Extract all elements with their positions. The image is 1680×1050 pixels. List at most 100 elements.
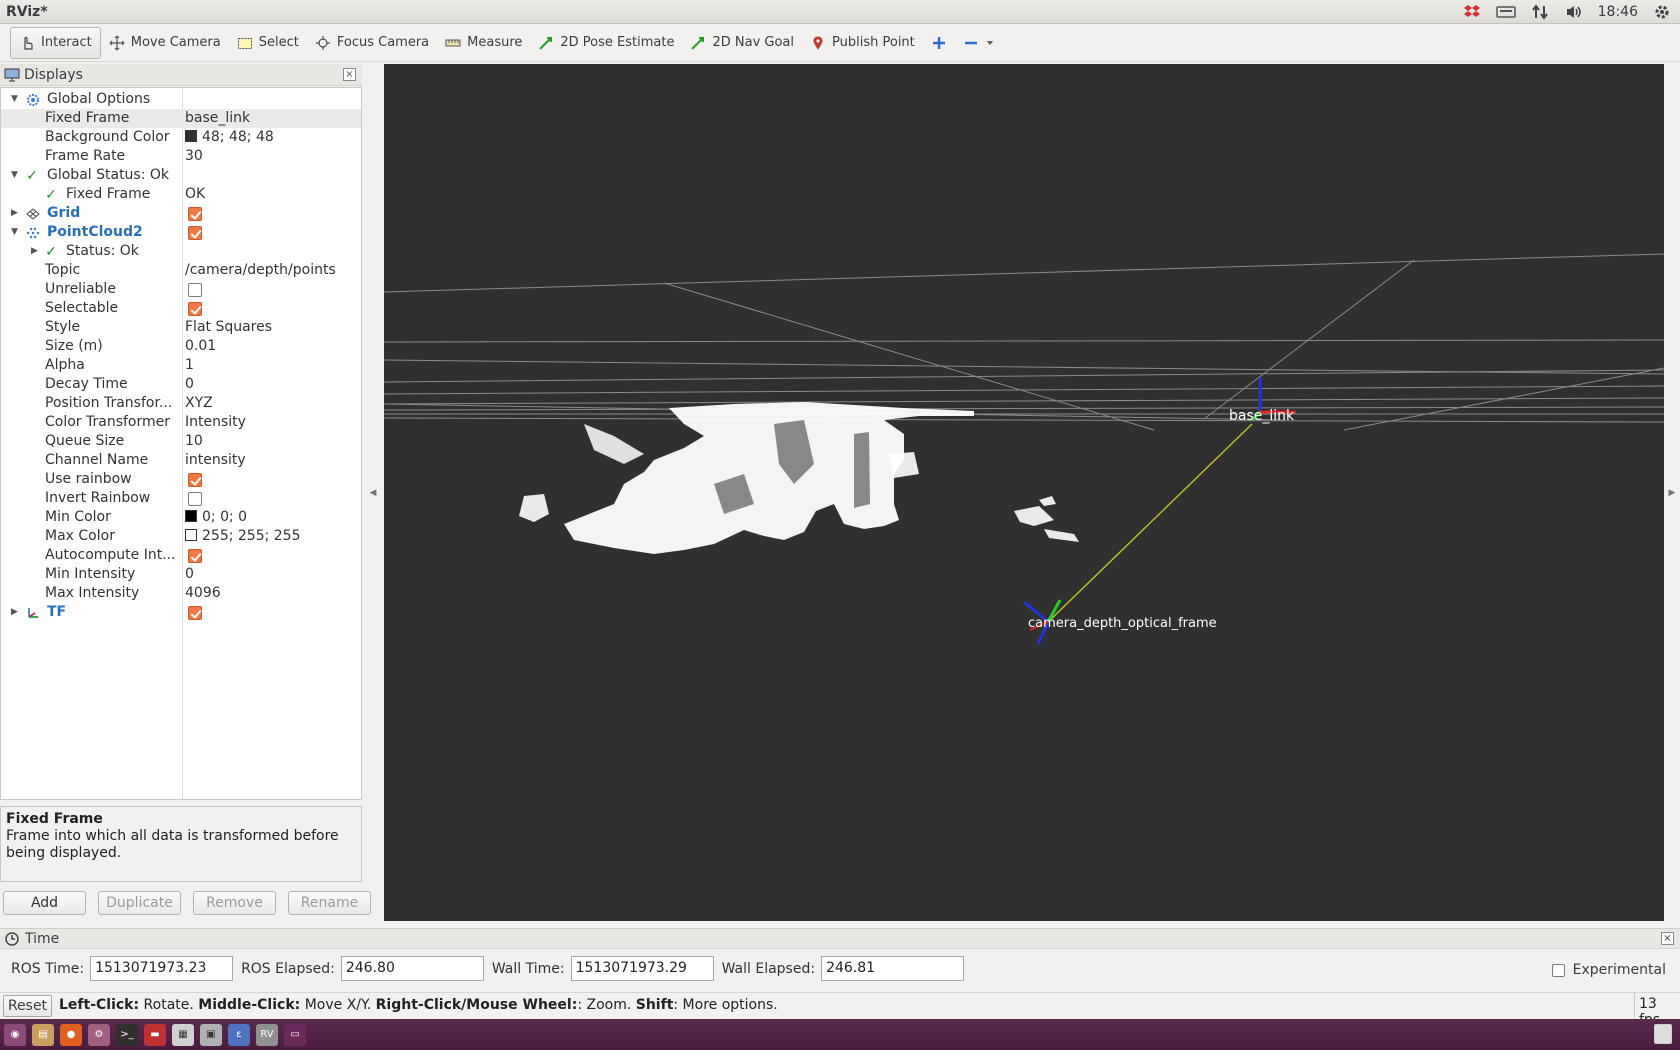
wall-elapsed-field[interactable]: 246.81 (821, 956, 965, 981)
fixed-frame-value[interactable]: base_link (185, 110, 250, 126)
window-icon[interactable]: ▭ (284, 1023, 306, 1046)
tree-row-global-status[interactable]: ▼ ✓ Global Status: Ok (1, 166, 361, 185)
expand-down-icon[interactable]: ▼ (11, 170, 21, 180)
close-icon[interactable]: × (343, 68, 356, 81)
tree-row-pointcloud2[interactable]: ▼ PointCloud2 (1, 223, 361, 242)
dropbox-icon[interactable] (1462, 4, 1482, 20)
invert-rainbow-checkbox[interactable] (188, 492, 202, 506)
tree-row-fixed-frame-status[interactable]: ✓ Fixed Frame OK (1, 185, 361, 204)
wall-time-field[interactable]: 1513071973.29 (570, 956, 714, 981)
tree-row-global-options[interactable]: ▼ Global Options (1, 90, 361, 109)
volume-icon[interactable] (1564, 4, 1584, 20)
expand-right-icon[interactable]: ▶ (11, 208, 21, 218)
expand-right-icon[interactable]: ▶ (11, 607, 21, 617)
move-camera-tool[interactable]: Move Camera (101, 27, 229, 59)
frame-rate-value[interactable]: 30 (185, 148, 203, 164)
min-intensity-value[interactable]: 0 (185, 566, 194, 582)
right-splitter-handle[interactable]: ▶ (1666, 64, 1678, 921)
tree-row-min-intensity[interactable]: Min Intensity 0 (1, 565, 361, 584)
experimental-checkbox[interactable] (1551, 963, 1565, 977)
add-button[interactable]: Add (3, 891, 86, 915)
tree-row-autocompute[interactable]: Autocompute Int... (1, 546, 361, 565)
ros-elapsed-field[interactable]: 246.80 (340, 956, 484, 981)
tree-row-background-color[interactable]: Background Color 48; 48; 48 (1, 128, 361, 147)
tree-row-size[interactable]: Size (m) 0.01 (1, 337, 361, 356)
size-value[interactable]: 0.01 (185, 338, 216, 354)
select-tool[interactable]: Select (229, 27, 307, 59)
tree-row-min-color[interactable]: Min Color 0; 0; 0 (1, 508, 361, 527)
expand-down-icon[interactable]: ▼ (11, 227, 21, 237)
min-color-value[interactable]: 0; 0; 0 (185, 509, 247, 525)
expand-down-icon[interactable]: ▼ (11, 94, 21, 104)
close-icon[interactable]: × (1661, 932, 1674, 945)
rviz-icon[interactable]: RV (256, 1023, 278, 1046)
measure-tool[interactable]: Measure (437, 27, 530, 59)
add-tool-button[interactable] (923, 27, 955, 59)
expand-right-icon[interactable]: ▶ (31, 246, 41, 256)
tree-row-use-rainbow[interactable]: Use rainbow (1, 470, 361, 489)
duplicate-button[interactable]: Duplicate (98, 891, 181, 915)
keyboard-icon[interactable] (1495, 4, 1516, 20)
selectable-checkbox[interactable] (188, 302, 202, 316)
unreliable-checkbox[interactable] (188, 283, 202, 297)
grid-checkbox[interactable] (188, 207, 202, 221)
publish-point-tool[interactable]: Publish Point (802, 27, 923, 59)
firefox-icon[interactable]: ● (60, 1023, 82, 1046)
image-viewer-icon[interactable]: ▣ (200, 1023, 222, 1046)
max-intensity-value[interactable]: 4096 (185, 585, 221, 601)
tree-row-unreliable[interactable]: Unreliable (1, 280, 361, 299)
terminal-icon[interactable]: >_ (116, 1023, 138, 1046)
tree-row-max-intensity[interactable]: Max Intensity 4096 (1, 584, 361, 603)
tree-row-color-transformer[interactable]: Color Transformer Intensity (1, 413, 361, 432)
tree-row-grid[interactable]: ▶ Grid (1, 204, 361, 223)
color-transformer-value[interactable]: Intensity (185, 414, 246, 430)
queue-size-value[interactable]: 10 (185, 433, 203, 449)
trash-icon[interactable] (1654, 1024, 1672, 1044)
tree-row-selectable[interactable]: Selectable (1, 299, 361, 318)
position-transformer-value[interactable]: XYZ (185, 395, 213, 411)
left-splitter-handle[interactable]: ◀ (364, 64, 382, 921)
topic-value[interactable]: /camera/depth/points (185, 262, 336, 278)
tree-row-topic[interactable]: Topic /camera/depth/points (1, 261, 361, 280)
tree-row-tf[interactable]: ▶ TF (1, 603, 361, 622)
pointcloud2-checkbox[interactable] (188, 226, 202, 240)
decay-time-value[interactable]: 0 (185, 376, 194, 392)
experimental-toggle[interactable]: Experimental (1551, 962, 1666, 978)
app-red-icon[interactable]: ▬ (144, 1023, 166, 1046)
tree-row-fixed-frame[interactable]: Fixed Frame base_link (1, 109, 361, 128)
files-icon[interactable]: ▤ (32, 1023, 54, 1046)
clock[interactable]: 18:46 (1598, 4, 1638, 20)
settings-icon[interactable]: ⚙ (88, 1023, 110, 1046)
use-rainbow-checkbox[interactable] (188, 473, 202, 487)
tree-row-invert-rainbow[interactable]: Invert Rainbow (1, 489, 361, 508)
pose-estimate-tool[interactable]: 2D Pose Estimate (530, 27, 682, 59)
ros-time-field[interactable]: 1513071973.23 (90, 956, 234, 981)
dash-icon[interactable]: ◉ (4, 1023, 26, 1046)
channel-name-value[interactable]: intensity (185, 452, 246, 468)
interact-tool[interactable]: Interact (10, 26, 101, 59)
remove-button[interactable]: Remove (193, 891, 276, 915)
tree-row-queue-size[interactable]: Queue Size 10 (1, 432, 361, 451)
rename-button[interactable]: Rename (288, 891, 371, 915)
gear-icon[interactable] (1652, 4, 1672, 20)
network-icon[interactable] (1530, 4, 1550, 20)
alpha-value[interactable]: 1 (185, 357, 194, 373)
max-color-value[interactable]: 255; 255; 255 (185, 528, 301, 544)
tree-row-alpha[interactable]: Alpha 1 (1, 356, 361, 375)
tree-row-status-ok[interactable]: ▶ ✓ Status: Ok (1, 242, 361, 261)
nav-goal-tool[interactable]: 2D Nav Goal (682, 27, 802, 59)
reset-button[interactable]: Reset (3, 995, 52, 1017)
background-color-value[interactable]: 48; 48; 48 (185, 129, 274, 145)
tree-row-position-transformer[interactable]: Position Transfor... XYZ (1, 394, 361, 413)
tree-row-max-color[interactable]: Max Color 255; 255; 255 (1, 527, 361, 546)
tf-checkbox[interactable] (188, 606, 202, 620)
tree-row-style[interactable]: Style Flat Squares (1, 318, 361, 337)
eclipse-icon[interactable]: ɛ (228, 1023, 250, 1046)
focus-camera-tool[interactable]: Focus Camera (307, 27, 437, 59)
document-viewer-icon[interactable]: ▦ (172, 1023, 194, 1046)
style-value[interactable]: Flat Squares (185, 319, 272, 335)
3d-render-view[interactable]: base_link camera_depth_optical_frame (384, 64, 1664, 921)
tree-row-channel-name[interactable]: Channel Name intensity (1, 451, 361, 470)
tree-row-decay-time[interactable]: Decay Time 0 (1, 375, 361, 394)
tree-row-frame-rate[interactable]: Frame Rate 30 (1, 147, 361, 166)
